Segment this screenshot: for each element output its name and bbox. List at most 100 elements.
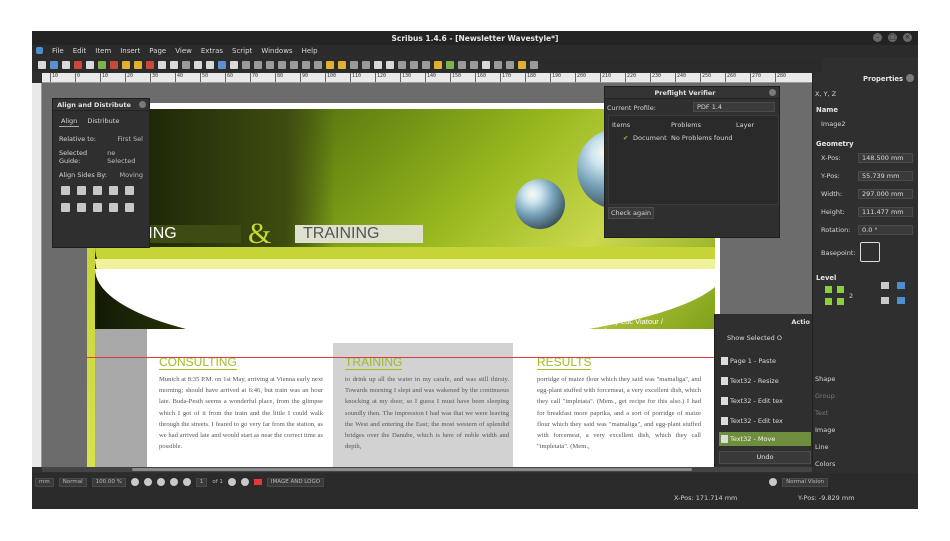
tab-xyz[interactable]: X, Y, Z xyxy=(815,90,836,98)
copy-icon[interactable] xyxy=(158,61,166,69)
column-body[interactable]: to drink up all the water in my carafe, … xyxy=(345,374,509,452)
zoom-in-icon[interactable] xyxy=(156,478,165,486)
last-page-icon[interactable] xyxy=(240,478,249,486)
flip-horizontal-icon[interactable] xyxy=(881,282,889,289)
align-center-v-icon[interactable] xyxy=(77,203,86,212)
select-tool-icon[interactable] xyxy=(182,61,190,69)
tab-distribute[interactable]: Distribute xyxy=(85,116,121,127)
preview-icon[interactable] xyxy=(769,478,778,486)
level-up-icon[interactable] xyxy=(825,286,832,293)
close-document-icon[interactable] xyxy=(74,61,82,69)
prev-page-icon[interactable] xyxy=(182,478,191,486)
zoom-100-icon[interactable] xyxy=(143,478,152,486)
align-top-icon[interactable] xyxy=(61,203,70,212)
height-field[interactable]: 111.477 mm xyxy=(858,207,913,217)
tab-line[interactable]: Line xyxy=(815,443,829,451)
column-items[interactable]: Items xyxy=(612,121,630,129)
scribus-app-icon[interactable] xyxy=(36,47,43,54)
align-outside-right-icon[interactable] xyxy=(125,186,134,195)
layer-select[interactable]: IMAGE AND LOGO xyxy=(266,477,325,487)
tab-group[interactable]: Group xyxy=(815,392,835,400)
image-frame-icon[interactable] xyxy=(206,61,214,69)
line-icon[interactable] xyxy=(290,61,298,69)
show-selected-checkbox[interactable]: Show Selected O xyxy=(727,334,782,342)
edit-text-icon[interactable] xyxy=(362,61,370,69)
column-consulting[interactable]: CONSULTING Munich at 8:35 P.M. on 1st Ma… xyxy=(147,343,327,467)
history-item[interactable]: Text32 - Edit tex xyxy=(719,394,811,408)
level-top-icon[interactable] xyxy=(837,286,844,293)
menu-page[interactable]: Page xyxy=(149,45,166,57)
size-lock-icon[interactable] xyxy=(897,297,905,304)
view-mode-select[interactable]: Normal Vision xyxy=(782,477,829,487)
menu-windows[interactable]: Windows xyxy=(261,45,292,57)
align-bottom-icon[interactable] xyxy=(93,203,102,212)
pdf-button-icon[interactable] xyxy=(458,61,466,69)
maximize-icon[interactable]: □ xyxy=(888,33,897,42)
preflight-icon[interactable] xyxy=(98,61,106,69)
arc-icon[interactable] xyxy=(266,61,274,69)
pdf-tools-icon[interactable] xyxy=(434,61,442,69)
align-center-h-icon[interactable] xyxy=(77,186,86,195)
ypos-field[interactable]: 55.739 mm xyxy=(858,171,913,181)
rotation-field[interactable]: 0.0 ° xyxy=(858,225,913,235)
table-icon[interactable] xyxy=(230,61,238,69)
history-item[interactable]: Text32 - Resize xyxy=(719,374,811,388)
tab-image[interactable]: Image xyxy=(815,426,835,434)
print-icon[interactable] xyxy=(86,61,94,69)
selected-guide-select[interactable]: ne Selected xyxy=(107,149,143,165)
render-frame-icon[interactable] xyxy=(218,61,226,69)
column-body[interactable]: porridge of maize flour which they said … xyxy=(537,374,701,452)
check-again-button[interactable]: Check again xyxy=(608,207,654,219)
undo-button[interactable]: Undo xyxy=(719,451,811,464)
menu-script[interactable]: Script xyxy=(232,45,252,57)
align-right-icon[interactable] xyxy=(93,186,102,195)
close-icon[interactable] xyxy=(139,101,146,108)
current-profile-select[interactable]: PDF 1.4 xyxy=(693,102,775,112)
rotate-icon[interactable] xyxy=(326,61,334,69)
menu-help[interactable]: Help xyxy=(302,45,318,57)
text-frame-icon[interactable] xyxy=(194,61,202,69)
align-outside-bottom-icon[interactable] xyxy=(125,203,134,212)
polygon-icon[interactable] xyxy=(254,61,262,69)
horizontal-scrollbar[interactable] xyxy=(42,467,812,472)
save-icon[interactable] xyxy=(62,61,70,69)
menu-item[interactable]: Item xyxy=(95,45,111,57)
minimize-icon[interactable]: – xyxy=(873,33,882,42)
menu-edit[interactable]: Edit xyxy=(73,45,87,57)
measurements-icon[interactable] xyxy=(398,61,406,69)
bezier-icon[interactable] xyxy=(302,61,310,69)
align-left-icon[interactable] xyxy=(61,186,70,195)
mode-select[interactable]: Normal xyxy=(58,477,87,487)
close-icon[interactable] xyxy=(906,74,914,82)
cut-icon[interactable] xyxy=(146,61,154,69)
name-value[interactable]: Image2 xyxy=(821,120,846,128)
basepoint-selector[interactable] xyxy=(860,242,880,262)
open-icon[interactable] xyxy=(50,61,58,69)
column-training[interactable]: TRAINING to drink up all the water in my… xyxy=(333,343,513,467)
next-page-icon[interactable] xyxy=(227,478,236,486)
copy-properties-icon[interactable] xyxy=(410,61,418,69)
align-sides-select[interactable]: Moving xyxy=(120,171,143,179)
history-item[interactable]: Page 1 - Paste xyxy=(719,354,811,368)
eyedropper-icon[interactable] xyxy=(422,61,430,69)
paste-icon[interactable] xyxy=(170,61,178,69)
pdf-textfield-icon[interactable] xyxy=(470,61,478,69)
redo-icon[interactable] xyxy=(134,61,142,69)
edit-contents-icon[interactable] xyxy=(350,61,358,69)
menu-file[interactable]: File xyxy=(52,45,64,57)
flip-vertical-icon[interactable] xyxy=(897,282,905,289)
relative-to-select[interactable]: First Sel xyxy=(117,135,143,143)
scrollbar-thumb[interactable] xyxy=(132,468,692,471)
text-annotation-icon[interactable] xyxy=(518,61,526,69)
align-right-edge-icon[interactable] xyxy=(109,186,118,195)
export-pdf-icon[interactable] xyxy=(110,61,118,69)
tab-text[interactable]: Text xyxy=(815,409,828,417)
close-icon[interactable] xyxy=(769,89,776,96)
result-item[interactable]: Document xyxy=(633,134,667,142)
link-annotation-icon[interactable] xyxy=(530,61,538,69)
pdf-combobox-icon[interactable] xyxy=(494,61,502,69)
new-document-icon[interactable] xyxy=(38,61,46,69)
pdf-listbox-icon[interactable] xyxy=(506,61,514,69)
menu-insert[interactable]: Insert xyxy=(120,45,140,57)
pdf-checkbox-icon[interactable] xyxy=(482,61,490,69)
